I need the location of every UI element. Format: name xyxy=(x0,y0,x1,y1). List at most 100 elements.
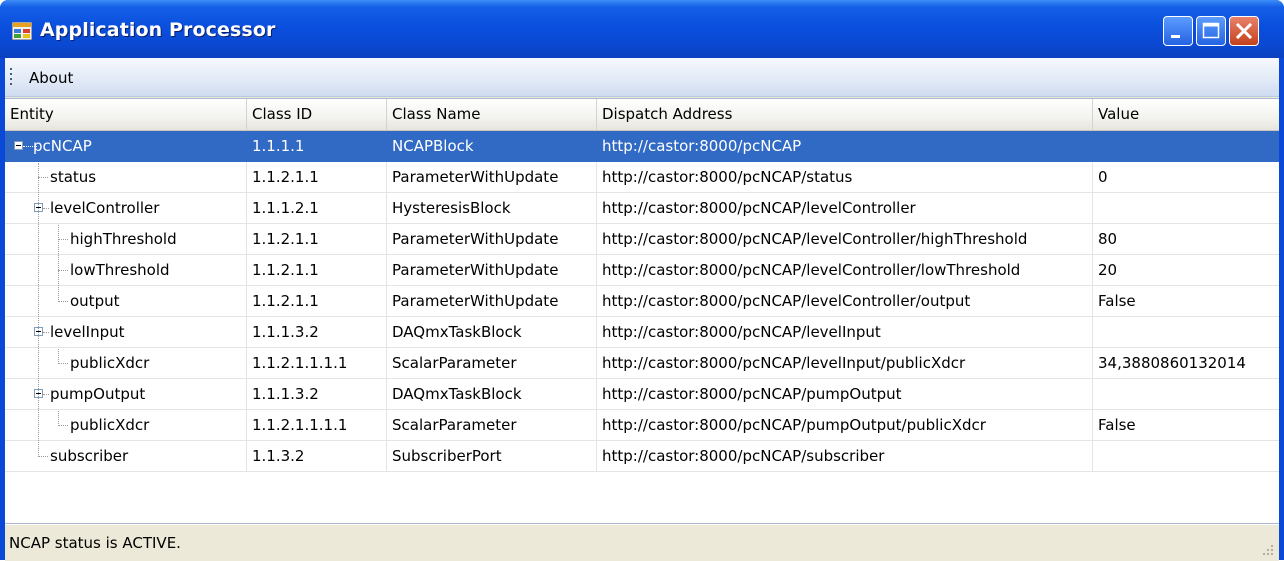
class-name-cell: DAQmxTaskBlock xyxy=(387,317,597,348)
tree-guide-line xyxy=(58,411,59,426)
tree-guide-line xyxy=(58,349,59,364)
class-name-cell: ParameterWithUpdate xyxy=(387,224,597,255)
entity-name: subscriber xyxy=(50,447,129,465)
maximize-button[interactable] xyxy=(1196,16,1226,46)
table-row[interactable]: pumpOutput 1.1.1.3.2 DAQmxTaskBlock http… xyxy=(5,379,1279,410)
menu-item-about[interactable]: About xyxy=(29,69,73,87)
class-name-cell: DAQmxTaskBlock xyxy=(387,379,597,410)
entity-cell: publicXdcr xyxy=(5,348,247,379)
entity-name: levelController xyxy=(50,199,160,217)
tree-guide-line xyxy=(58,225,59,302)
table-row[interactable]: highThreshold 1.1.2.1.1 ParameterWithUpd… xyxy=(5,224,1279,255)
value-cell: 20 xyxy=(1093,255,1279,286)
entity-name: publicXdcr xyxy=(70,416,150,434)
entity-name: levelInput xyxy=(50,323,125,341)
class-name-cell: NCAPBlock xyxy=(387,131,597,162)
tree-connector xyxy=(38,177,48,178)
table-row[interactable]: status 1.1.2.1.1 ParameterWithUpdate htt… xyxy=(5,162,1279,193)
tree-connector xyxy=(43,394,49,395)
column-header-entity[interactable]: Entity xyxy=(5,99,247,130)
close-icon xyxy=(1235,22,1253,40)
column-header-class-id[interactable]: Class ID xyxy=(247,99,387,130)
entity-name: pcNCAP xyxy=(33,137,92,155)
class-name-cell: ScalarParameter xyxy=(387,410,597,441)
class-name-cell: ScalarParameter xyxy=(387,348,597,379)
toolbar-grip-icon[interactable] xyxy=(10,68,13,86)
menu-bar: About xyxy=(5,58,1279,97)
table-row[interactable]: publicXdcr 1.1.2.1.1.1.1 ScalarParameter… xyxy=(5,348,1279,379)
table-row[interactable]: publicXdcr 1.1.2.1.1.1.1 ScalarParameter… xyxy=(5,410,1279,441)
close-button[interactable] xyxy=(1229,16,1259,46)
value-cell: 0 xyxy=(1093,162,1279,193)
value-cell xyxy=(1093,379,1279,410)
minimize-icon xyxy=(1171,35,1180,38)
tree-connector xyxy=(43,332,49,333)
collapse-toggle-icon[interactable] xyxy=(14,141,23,150)
class-name-cell: SubscriberPort xyxy=(387,441,597,472)
class-id-cell: 1.1.2.1.1 xyxy=(247,286,387,317)
entity-cell: publicXdcr xyxy=(5,410,247,441)
value-cell: 80 xyxy=(1093,224,1279,255)
class-id-cell: 1.1.2.1.1.1.1 xyxy=(247,410,387,441)
dispatch-address-cell: http://castor:8000/pcNCAP/status xyxy=(597,162,1093,193)
table-row[interactable]: pcNCAP 1.1.1.1 NCAPBlock http://castor:8… xyxy=(5,131,1279,162)
class-name-cell: ParameterWithUpdate xyxy=(387,286,597,317)
dispatch-address-cell: http://castor:8000/pcNCAP/levelInput xyxy=(597,317,1093,348)
entity-cell: lowThreshold xyxy=(5,255,247,286)
entity-name: highThreshold xyxy=(70,230,177,248)
class-id-cell: 1.1.1.3.2 xyxy=(247,379,387,410)
dispatch-address-cell: http://castor:8000/pcNCAP/pumpOutput xyxy=(597,379,1093,410)
dispatch-address-cell: http://castor:8000/pcNCAP/pumpOutput/pub… xyxy=(597,410,1093,441)
tree-connector xyxy=(58,270,68,271)
title-bar[interactable]: Application Processor xyxy=(0,0,1284,58)
entity-name: lowThreshold xyxy=(70,261,170,279)
class-id-cell: 1.1.2.1.1 xyxy=(247,162,387,193)
class-name-cell: ParameterWithUpdate xyxy=(387,255,597,286)
table-row[interactable]: levelController 1.1.1.2.1 HysteresisBloc… xyxy=(5,193,1279,224)
column-header-class-name[interactable]: Class Name xyxy=(387,99,597,130)
class-id-cell: 1.1.1.3.2 xyxy=(247,317,387,348)
table-row[interactable]: subscriber 1.1.3.2 SubscriberPort http:/… xyxy=(5,441,1279,472)
grid-header: Entity Class ID Class Name Dispatch Addr… xyxy=(5,99,1279,131)
dispatch-address-cell: http://castor:8000/pcNCAP/levelControlle… xyxy=(597,193,1093,224)
value-cell xyxy=(1093,131,1279,162)
column-header-dispatch-address[interactable]: Dispatch Address xyxy=(597,99,1093,130)
value-cell: 34,3880860132014 xyxy=(1093,348,1279,379)
value-cell: False xyxy=(1093,286,1279,317)
resize-grip-icon[interactable] xyxy=(1261,543,1275,557)
column-header-value[interactable]: Value xyxy=(1093,99,1279,130)
status-bar: NCAP status is ACTIVE. xyxy=(5,524,1279,561)
class-id-cell: 1.1.2.1.1 xyxy=(247,255,387,286)
entity-cell: pcNCAP xyxy=(5,131,247,162)
entity-cell: status xyxy=(5,162,247,193)
tree-connector xyxy=(58,363,68,364)
minimize-button[interactable] xyxy=(1163,16,1193,46)
maximize-icon xyxy=(1202,22,1220,39)
app-window-icon xyxy=(12,22,32,40)
entity-tree-grid[interactable]: Entity Class ID Class Name Dispatch Addr… xyxy=(5,98,1279,524)
dispatch-address-cell: http://castor:8000/pcNCAP xyxy=(597,131,1093,162)
entity-cell: highThreshold xyxy=(5,224,247,255)
class-name-cell: ParameterWithUpdate xyxy=(387,162,597,193)
entity-name: publicXdcr xyxy=(70,354,150,372)
value-cell: False xyxy=(1093,410,1279,441)
entity-name: pumpOutput xyxy=(50,385,146,403)
class-id-cell: 1.1.1.2.1 xyxy=(247,193,387,224)
class-id-cell: 1.1.2.1.1.1.1 xyxy=(247,348,387,379)
entity-name: output xyxy=(70,292,120,310)
entity-cell: levelInput xyxy=(5,317,247,348)
class-id-cell: 1.1.1.1 xyxy=(247,131,387,162)
window-title: Application Processor xyxy=(40,19,276,41)
entity-cell: levelController xyxy=(5,193,247,224)
table-row[interactable]: levelInput 1.1.1.3.2 DAQmxTaskBlock http… xyxy=(5,317,1279,348)
application-window: Application Processor About Entity Class… xyxy=(0,0,1284,561)
table-row[interactable]: output 1.1.2.1.1 ParameterWithUpdate htt… xyxy=(5,286,1279,317)
class-id-cell: 1.1.3.2 xyxy=(247,441,387,472)
table-row[interactable]: lowThreshold 1.1.2.1.1 ParameterWithUpda… xyxy=(5,255,1279,286)
dispatch-address-cell: http://castor:8000/pcNCAP/levelControlle… xyxy=(597,286,1093,317)
class-id-cell: 1.1.2.1.1 xyxy=(247,224,387,255)
status-text: NCAP status is ACTIVE. xyxy=(9,534,181,552)
entity-cell: subscriber xyxy=(5,441,247,472)
dispatch-address-cell: http://castor:8000/pcNCAP/levelInput/pub… xyxy=(597,348,1093,379)
client-area: About Entity Class ID Class Name Dispatc… xyxy=(5,58,1279,561)
